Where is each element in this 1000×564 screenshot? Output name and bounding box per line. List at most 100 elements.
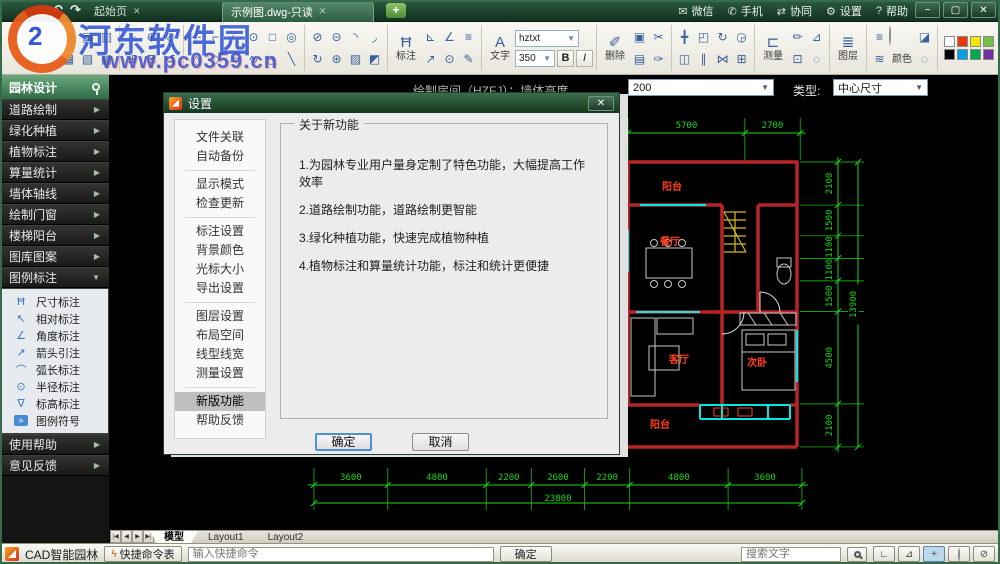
paste-icon[interactable]: ▤ [630,49,649,70]
pin-icon[interactable] [92,83,100,95]
legend-item-箭头引注[interactable]: ↗ 箭头引注 [1,344,108,361]
zoom-previous-icon[interactable]: ↺ [161,49,180,70]
back-icon[interactable]: ↶ [52,2,63,18]
close-icon[interactable]: ✕ [133,6,141,17]
layout-tab-Layout1[interactable]: Layout1 [194,531,258,543]
ok-button[interactable]: 确定 [315,433,372,451]
move-icon[interactable]: ╋ [675,27,694,48]
legend-item-标高标注[interactable]: ∇ 标高标注 [1,395,108,412]
zoom-in-icon[interactable]: ⊕ [142,27,161,48]
sidebar-item-图库图案[interactable]: 图库图案 ▶ [0,246,109,267]
array-icon[interactable]: ⊞ [732,49,751,70]
hatch-icon[interactable]: ▨ [346,49,365,70]
copy-icon[interactable]: ▣ [630,27,649,48]
command-input[interactable] [187,546,494,562]
fillet-icon[interactable]: ◝ [346,27,365,48]
arc-icon[interactable]: ◜ [225,27,244,48]
rotate-copy-icon[interactable]: ↻ [308,49,327,70]
measure-icon[interactable]: ⊏ 测量 [758,34,788,63]
sidebar-item-绿化种植[interactable]: 绿化种植 ▶ [0,120,109,141]
annotate-icon[interactable]: ⊡ [788,49,807,70]
font-combo[interactable]: hztxt ▼ [515,29,579,47]
radius-dim-icon[interactable]: ⊙ [440,49,459,70]
parallelogram-icon[interactable]: ▱ [225,49,244,70]
legend-item-弧长标注[interactable]: ⌒ 弧长标注 [1,361,108,378]
color-wheel-icon[interactable] [889,25,915,48]
ortho-toggle[interactable]: ∟ [873,546,895,562]
scale-icon[interactable]: ◰ [694,27,713,48]
dialog-nav-图层设置[interactable]: 图层设置 [175,307,265,326]
dim-type-combo[interactable]: 中心尺寸 ▼ [833,79,928,96]
lasso-icon[interactable]: ◌ [915,49,934,70]
leader-icon[interactable]: ↗ [421,49,440,70]
search-input[interactable] [741,546,841,562]
open-file-icon[interactable]: ▤ [59,27,78,48]
color-wheel-toggle[interactable] [948,546,970,562]
circle-icon[interactable]: ⊙ [244,27,263,48]
tab-scroll-arrow[interactable]: ◀ [121,531,132,543]
tab-drawing[interactable]: 示例图.dwg-只读 ✕ [222,0,374,22]
legend-item-相对标注[interactable]: ↖ 相对标注 [1,310,108,327]
dialog-nav-自动备份[interactable]: 自动备份 [175,147,265,166]
color-swatch[interactable] [970,36,981,47]
orbit-icon[interactable]: ◶ [732,27,751,48]
color-swatch[interactable] [983,36,994,47]
aligned-dim-icon[interactable]: ⊾ [421,27,440,48]
forward-icon[interactable]: ↷ [70,2,81,18]
legend-item-半径标注[interactable]: ⊙ 半径标注 [1,378,108,395]
linetype-toggle[interactable]: ⊘ [973,546,995,562]
sidebar-item-墙体轴线[interactable]: 墙体轴线 ▶ [0,183,109,204]
new-tab-button[interactable]: + [386,3,406,18]
dialog-nav-背景颜色[interactable]: 背景颜色 [175,241,265,260]
titlebar-menu-协同[interactable]: ⇄ 协同 [777,3,812,19]
baseline-dim-icon[interactable]: ≡ [459,27,478,48]
text-icon[interactable]: A 文字 [485,34,515,63]
color-swatch[interactable] [944,49,955,60]
dialog-nav-测量设置[interactable]: 测量设置 [175,364,265,383]
save-as-icon[interactable]: ▥ [97,27,116,48]
crosshair-toggle[interactable]: + [923,546,945,562]
zoom-window-icon[interactable]: ⊞ [123,49,142,70]
spline-icon[interactable]: ∿ [244,49,263,70]
polar-array-icon[interactable]: ⊛ [327,49,346,70]
close-icon[interactable]: ✕ [319,6,327,17]
osnap-toggle[interactable]: ⊿ [898,546,920,562]
dialog-nav-线型线宽[interactable]: 线型线宽 [175,345,265,364]
revision-cloud-icon[interactable]: ◌ [807,49,826,70]
chamfer-icon[interactable]: ◞ [365,27,384,48]
dialog-nav-光标大小[interactable]: 光标大小 [175,260,265,279]
sidebar-item-道路绘制[interactable]: 道路绘制 ▶ [0,99,109,120]
construction-line-icon[interactable]: ╲ [282,49,301,70]
wall-height-combo[interactable]: 200 ▼ [628,79,774,96]
tab-scroll-arrow[interactable]: ▶ [132,531,143,543]
legend-item-角度标注[interactable]: ∠ 角度标注 [1,327,108,344]
break-icon[interactable]: ⊘ [308,27,327,48]
tab-start-page[interactable]: 起始页 ✕ [86,0,214,22]
sidebar-item-算量统计[interactable]: 算量统计 ▶ [0,162,109,183]
sidebar-item-植物标注[interactable]: 植物标注 ▶ [0,141,109,162]
triangle-icon[interactable]: △ [187,49,206,70]
dimension-icon[interactable]: Ħ 标注 [391,34,421,63]
search-button[interactable] [847,546,867,562]
linetype-lines-icon[interactable]: ≡ [870,27,889,48]
cancel-button[interactable]: 取消 [412,433,469,451]
sidebar-item-图例标注[interactable]: 图例标注 ▼ [0,267,109,288]
polygon-icon[interactable]: ◇ [206,49,225,70]
dialog-nav-布局空间[interactable]: 布局空间 [175,326,265,345]
dialog-nav-帮助反馈[interactable]: 帮助反馈 [175,411,265,430]
sidebar-header[interactable]: 园林设计 [0,75,109,99]
quick-dim-icon[interactable]: ✎ [459,49,478,70]
titlebar-menu-手机[interactable]: ✆ 手机 [728,3,763,19]
color-swatch[interactable] [944,36,955,47]
text-size-combo[interactable]: 350 ▼ [515,49,555,67]
color-swatch[interactable] [957,36,968,47]
zoom-extents-icon[interactable]: ⊠ [142,49,161,70]
color-swatch[interactable] [983,49,994,60]
sidebar-item-使用帮助[interactable]: 使用帮助 ▶ [0,434,109,455]
dialog-nav-标注设置[interactable]: 标注设置 [175,222,265,241]
stretch-icon[interactable]: ∥ [694,49,713,70]
maximize-button[interactable]: ▢ [943,2,968,18]
cut-icon[interactable]: ✂ [649,27,668,48]
rectangle-icon[interactable]: □ [263,27,282,48]
save-icon[interactable]: ▣ [78,27,97,48]
